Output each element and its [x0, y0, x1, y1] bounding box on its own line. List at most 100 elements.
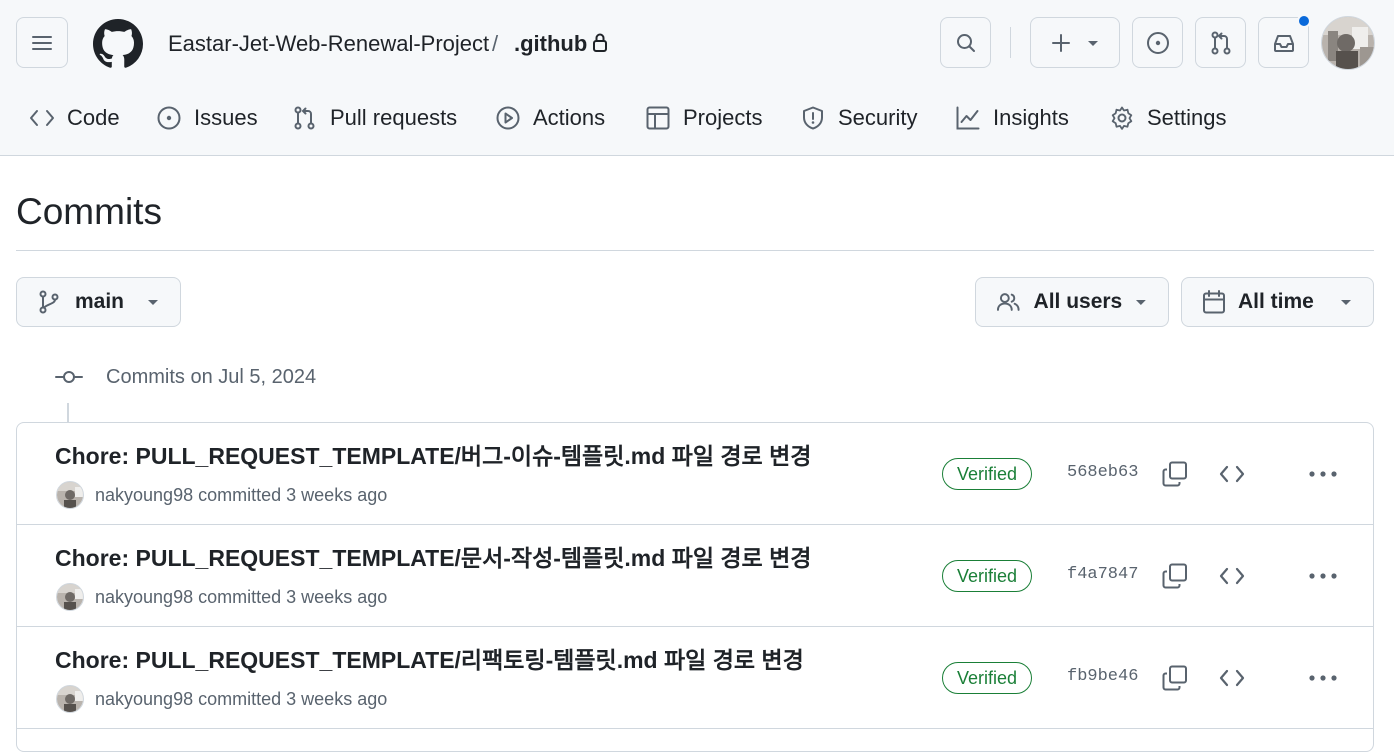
verified-badge[interactable]: Verified	[942, 458, 1032, 490]
commit-author[interactable]: nakyoung98	[95, 587, 193, 607]
verified-badge[interactable]: Verified	[942, 560, 1032, 592]
commit-meta: nakyoung98 committed 3 weeks ago	[95, 687, 387, 711]
author-avatar[interactable]	[56, 481, 84, 509]
git-commit-icon	[55, 371, 83, 383]
tab-settings-label: Settings	[1147, 105, 1227, 130]
commit-group-date: Commits on Jul 5, 2024	[106, 366, 317, 388]
tab-pull-requests[interactable]: Pull requests	[292, 92, 457, 144]
commit-meta: nakyoung98 committed 3 weeks ago	[95, 585, 387, 609]
commit-time: 3 weeks ago	[286, 485, 388, 505]
tab-insights-label: Insights	[993, 105, 1069, 130]
commit-meta: nakyoung98 committed 3 weeks ago	[95, 483, 387, 507]
git-branch-icon	[39, 290, 59, 314]
commit-message[interactable]: Chore: PULL_REQUEST_TEMPLATE/버그-이슈-템플릿.m…	[55, 441, 811, 471]
github-logo[interactable]	[93, 19, 143, 69]
issue-opened-icon	[1146, 31, 1169, 54]
git-pull-request-icon	[294, 106, 315, 130]
tab-pull-requests-label: Pull requests	[330, 105, 458, 130]
search-icon	[956, 33, 975, 52]
copy-icon[interactable]	[1160, 459, 1190, 489]
commit-row: Chore: PULL_REQUEST_TEMPLATE/문서-작성-템플릿.m…	[17, 525, 1373, 627]
git-pull-request-icon	[1211, 31, 1230, 54]
shield-icon	[803, 106, 823, 130]
inbox-icon	[1273, 34, 1294, 52]
commit-sha[interactable]: f4a7847	[1067, 564, 1138, 586]
commit-sha[interactable]: fb9be46	[1067, 666, 1138, 688]
author-avatar[interactable]	[56, 685, 84, 713]
table-icon	[646, 106, 670, 130]
browse-code-icon[interactable]	[1217, 561, 1247, 591]
commit-row: Chore: PULL_REQUEST_TEMPLATE/리팩토링-템플릿.md…	[17, 627, 1373, 729]
lock-icon	[591, 32, 609, 54]
copy-icon[interactable]	[1160, 561, 1190, 591]
branch-name: main	[75, 290, 125, 313]
commit-message[interactable]: Chore: PULL_REQUEST_TEMPLATE/리팩토링-템플릿.md…	[55, 645, 804, 675]
breadcrumb-separator: /	[492, 31, 499, 56]
plus-icon	[1052, 33, 1070, 52]
commit-action: committed	[198, 587, 282, 607]
browse-code-icon[interactable]	[1217, 663, 1247, 693]
commit-author[interactable]: nakyoung98	[95, 485, 193, 505]
timeline-line	[67, 403, 69, 423]
graph-icon	[956, 106, 980, 130]
issue-opened-icon	[157, 106, 181, 130]
notification-indicator	[1297, 14, 1311, 28]
tab-actions[interactable]: Actions	[495, 92, 605, 144]
global-header: Eastar-Jet-Web-Renewal-Project / .github	[0, 0, 1394, 156]
users-filter-label: All users	[1033, 290, 1123, 313]
tab-issues[interactable]: Issues	[156, 92, 258, 144]
tab-settings[interactable]: Settings	[1109, 92, 1227, 144]
page-title: Commits	[16, 191, 162, 232]
commit-time: 3 weeks ago	[286, 587, 388, 607]
browse-code-icon[interactable]	[1217, 459, 1247, 489]
kebab-horizontal-icon[interactable]	[1307, 459, 1339, 489]
tab-insights[interactable]: Insights	[955, 92, 1069, 144]
users-filter[interactable]: All users	[975, 277, 1169, 327]
triangle-down-icon	[1088, 40, 1098, 46]
people-icon	[996, 293, 1020, 311]
your-pull-requests-button[interactable]	[1195, 17, 1246, 68]
user-avatar[interactable]	[1321, 16, 1375, 70]
verified-badge[interactable]: Verified	[942, 662, 1032, 694]
tab-issues-label: Issues	[194, 105, 258, 130]
tab-projects-label: Projects	[683, 105, 763, 130]
title-divider	[16, 250, 1374, 251]
commit-time: 3 weeks ago	[286, 689, 388, 709]
commit-action: committed	[198, 485, 282, 505]
search-button[interactable]	[940, 17, 991, 68]
top-bar: Eastar-Jet-Web-Renewal-Project / .github	[0, 0, 1394, 86]
menu-button[interactable]	[16, 17, 68, 68]
author-avatar[interactable]	[56, 583, 84, 611]
tab-projects[interactable]: Projects	[645, 92, 762, 144]
github-mark-icon	[93, 19, 143, 68]
tab-actions-label: Actions	[533, 105, 606, 130]
tab-security[interactable]: Security	[800, 92, 917, 144]
breadcrumb-owner[interactable]: Eastar-Jet-Web-Renewal-Project	[168, 30, 489, 58]
tab-code-label: Code	[67, 105, 120, 130]
code-icon	[30, 110, 54, 126]
kebab-horizontal-icon[interactable]	[1307, 663, 1339, 693]
copy-icon[interactable]	[1160, 663, 1190, 693]
triangle-down-icon	[148, 300, 158, 305]
commit-sha[interactable]: 568eb63	[1067, 462, 1138, 484]
commit-list: Chore: PULL_REQUEST_TEMPLATE/버그-이슈-템플릿.m…	[16, 422, 1374, 752]
header-divider	[1010, 27, 1011, 58]
commit-row: Chore: PULL_REQUEST_TEMPLATE/버그-이슈-템플릿.m…	[17, 423, 1373, 525]
tab-code[interactable]: Code	[29, 92, 120, 144]
commit-message[interactable]: Chore: PULL_REQUEST_TEMPLATE/문서-작성-템플릿.m…	[55, 543, 811, 573]
gear-icon	[1111, 106, 1133, 130]
triangle-down-icon	[1341, 300, 1351, 305]
calendar-icon	[1203, 290, 1225, 314]
breadcrumb-repo[interactable]: .github	[514, 30, 587, 58]
triangle-down-icon	[1136, 300, 1147, 305]
your-issues-button[interactable]	[1132, 17, 1183, 68]
time-filter-label: All time	[1238, 290, 1314, 313]
commit-author[interactable]: nakyoung98	[95, 689, 193, 709]
tab-security-label: Security	[838, 105, 918, 130]
commit-action: committed	[198, 689, 282, 709]
kebab-horizontal-icon[interactable]	[1307, 561, 1339, 591]
create-new-button[interactable]	[1030, 17, 1120, 68]
branch-selector[interactable]: main	[16, 277, 181, 327]
time-filter[interactable]: All time	[1181, 277, 1374, 327]
play-icon	[496, 106, 520, 130]
